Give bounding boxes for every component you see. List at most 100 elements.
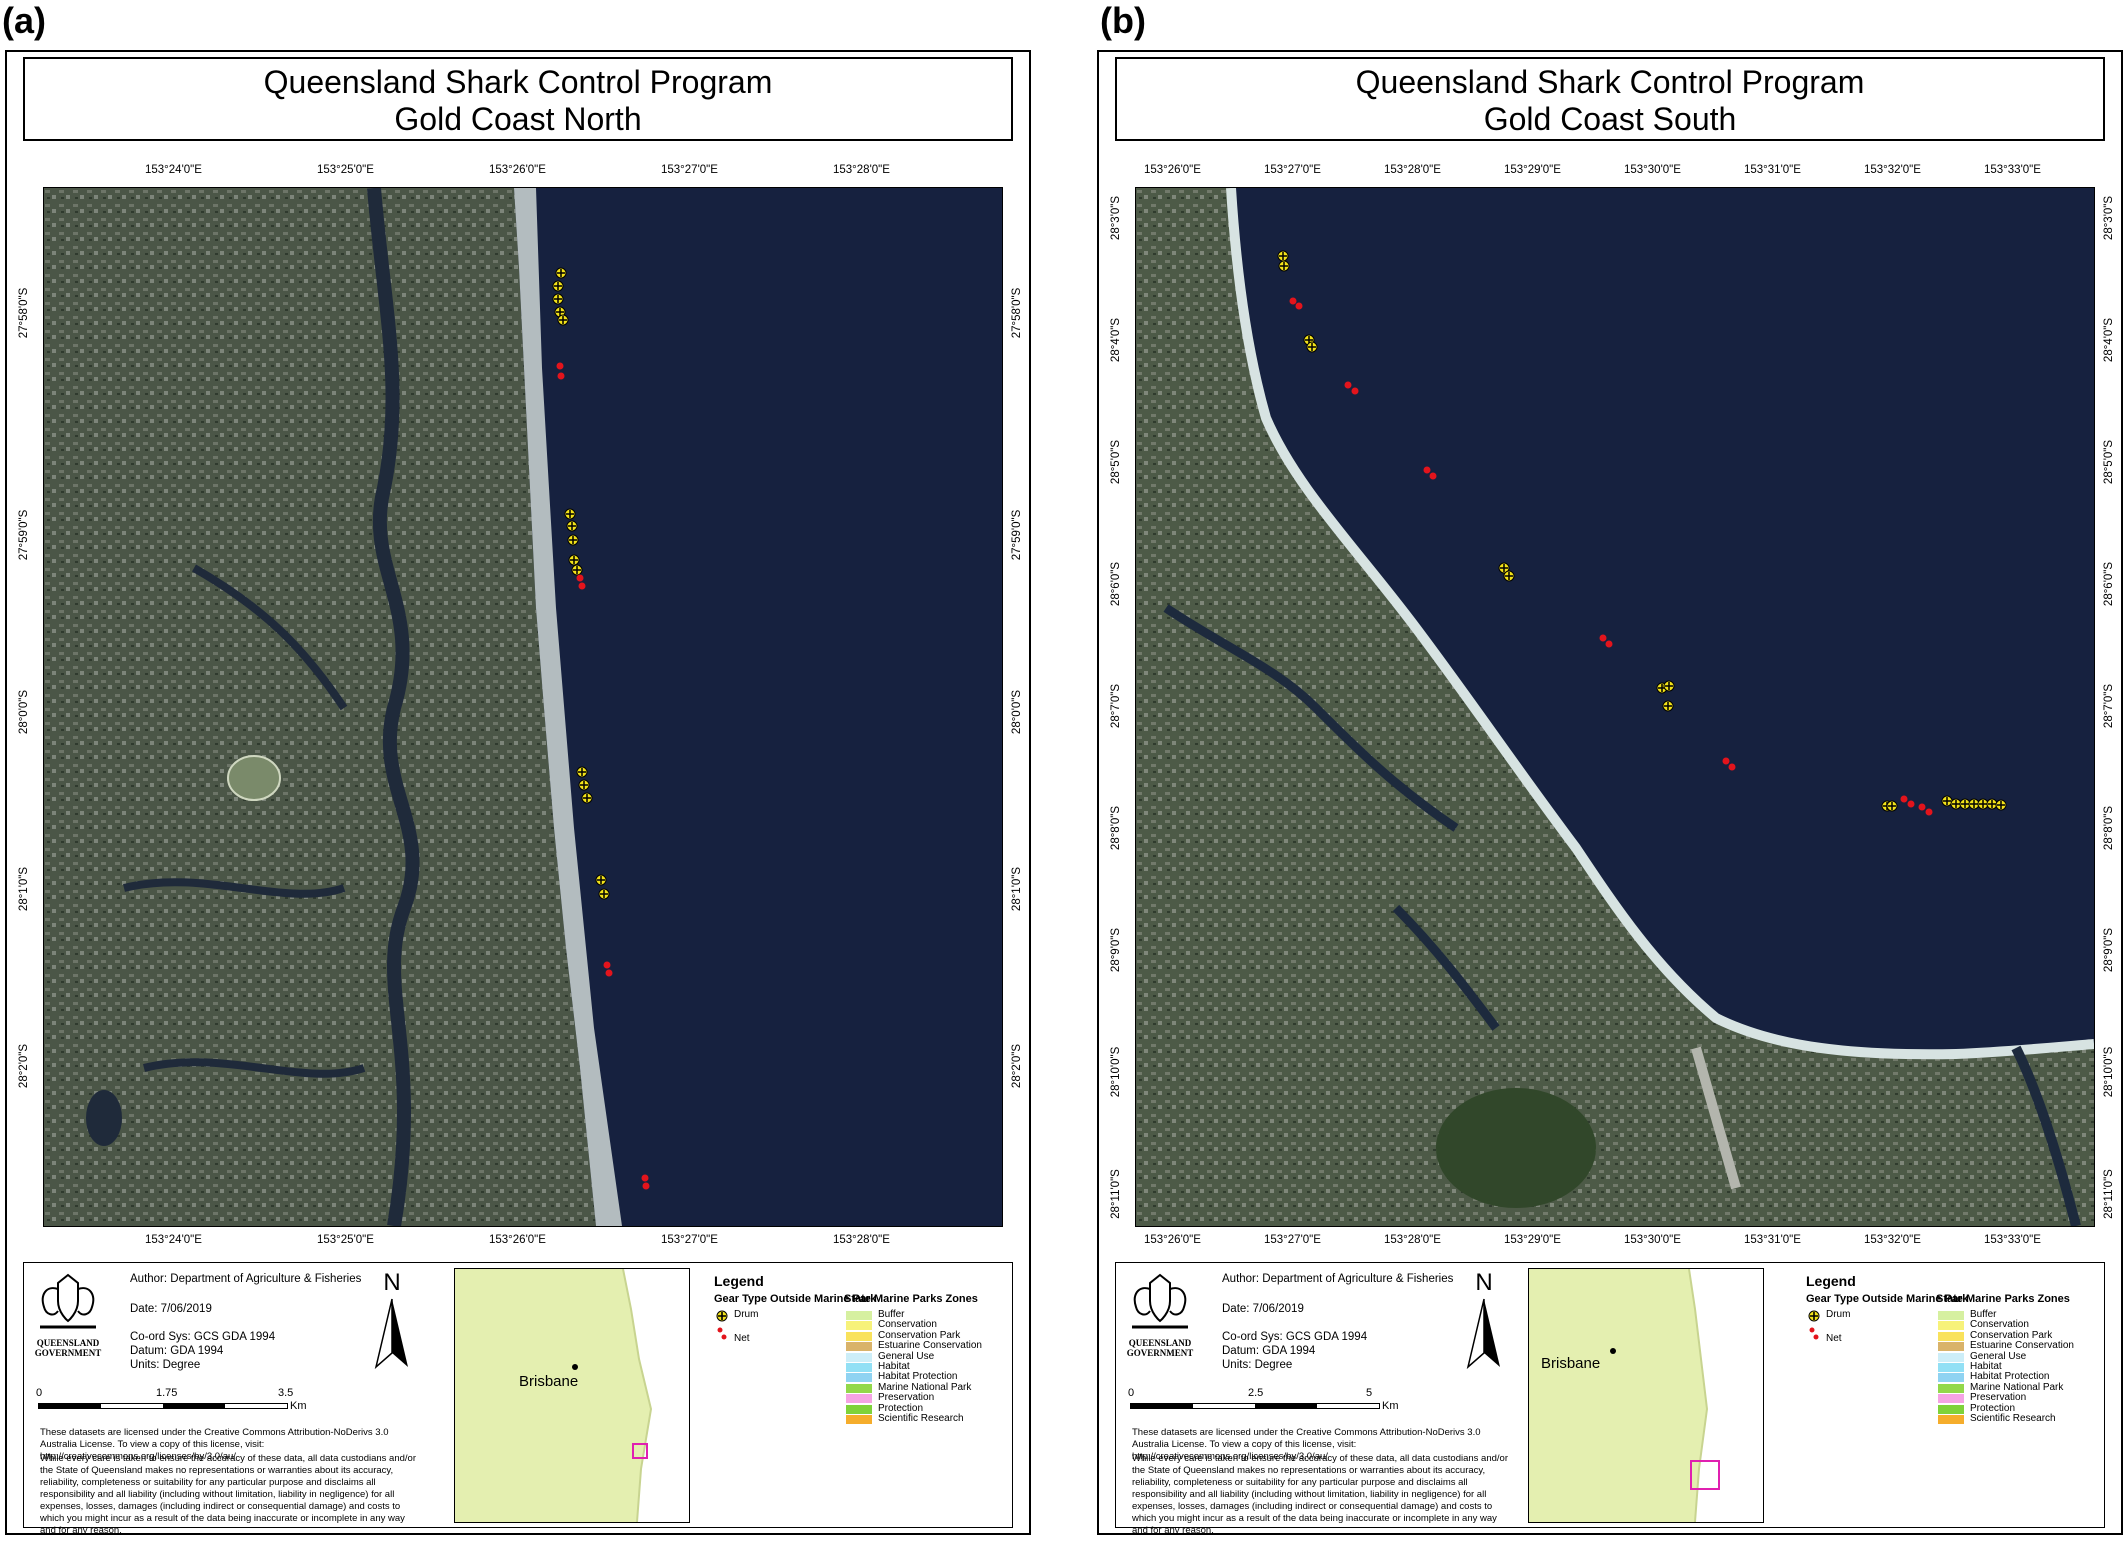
net-marker (1728, 763, 1736, 771)
x-tick-bottom: 153°29'0"E (1504, 1234, 1561, 1246)
zone-swatch (846, 1383, 872, 1393)
zone-swatch (846, 1342, 872, 1352)
zone-label: Habitat Protection (1970, 1371, 2050, 1383)
map-title-a: Queensland Shark Control Program Gold Co… (23, 57, 1013, 141)
zone-label: Estuarine Conservation (878, 1340, 982, 1352)
y-tick-left: 28°4'0"S (1110, 317, 1122, 363)
datum: Datum: GDA 1994 (1222, 1345, 1316, 1357)
drum-marker (1662, 700, 1674, 712)
x-tick-bottom: 153°28'0"E (1384, 1234, 1441, 1246)
inset-map-b[interactable]: Brisbane (1528, 1268, 1764, 1523)
drum-marker (566, 520, 578, 532)
drum-label: Drum (1826, 1309, 1851, 1320)
zone-swatch (846, 1394, 872, 1404)
inset-land (1529, 1269, 1707, 1522)
x-tick-top: 153°28'0"E (1384, 164, 1441, 176)
author: Author: Department of Agriculture & Fish… (1222, 1273, 1454, 1285)
north-arrow-icon: N (1464, 1269, 1504, 1370)
x-tick-bottom: 153°30'0"E (1624, 1234, 1681, 1246)
y-tick-right: 28°0'0"S (1011, 689, 1023, 735)
x-tick-bottom: 153°27'0"E (661, 1234, 718, 1246)
title-line-1: Queensland Shark Control Program (1355, 64, 1865, 100)
scale-unit: Km (1382, 1400, 1399, 1412)
zone-swatch (846, 1331, 872, 1341)
zone-label: Habitat Protection (878, 1371, 958, 1383)
scale-bar (1130, 1403, 1380, 1409)
net-icon (1808, 1327, 1820, 1346)
scale-label: 3.5 (278, 1387, 294, 1399)
y-tick-right: 28°7'0"S (2103, 683, 2115, 729)
y-tick-left: 28°5'0"S (1110, 439, 1122, 485)
net-marker (1344, 381, 1352, 389)
net-marker (603, 961, 611, 969)
satellite-map-a[interactable] (43, 187, 1003, 1227)
satellite-map-b[interactable] (1135, 187, 2095, 1227)
zone-label: Scientific Research (878, 1413, 964, 1424)
inset-city-label: Brisbane (1541, 1355, 1601, 1372)
panel-label-a: (a) (2, 0, 46, 41)
net-label: Net (734, 1333, 750, 1344)
title-line-1: Queensland Shark Control Program (263, 64, 773, 100)
logo-text: QUEENSLAND (1128, 1338, 1192, 1348)
zone-swatch (1938, 1342, 1964, 1352)
x-tick-top: 153°26'0"E (1144, 164, 1201, 176)
drum-marker (564, 508, 576, 520)
info-box-b: QUEENSLAND GOVERNMENT Author: Department… (1115, 1262, 2105, 1536)
y-tick-left: 28°9'0"S (1110, 927, 1122, 973)
drum-marker (557, 314, 569, 326)
y-tick-left: 27°58'0"S (18, 287, 30, 339)
datum: Datum: GDA 1994 (130, 1345, 224, 1357)
zone-label: Buffer (878, 1309, 905, 1320)
logo-text: GOVERNMENT (34, 1348, 102, 1358)
drum-marker (571, 564, 583, 576)
drum-marker (1986, 798, 1998, 810)
y-tick-left: 28°3'0"S (1110, 195, 1122, 241)
drum-marker (1663, 680, 1675, 692)
brisbane-dot (1610, 1348, 1616, 1354)
qld-govt-logo: QUEENSLAND GOVERNMENT (32, 1271, 104, 1358)
zone-swatch (1938, 1352, 1964, 1362)
scale-label: 2.5 (1248, 1387, 1264, 1399)
drum-marker (567, 534, 579, 546)
zones-heading: State Marine Parks Zones (844, 1293, 978, 1305)
net-marker (578, 582, 586, 590)
y-tick-left: 28°6'0"S (1110, 561, 1122, 607)
zone-label: Conservation Park (1970, 1329, 2053, 1341)
net-marker (1295, 302, 1303, 310)
x-tick-top: 153°28'0"E (833, 164, 890, 176)
x-tick-top: 153°29'0"E (1504, 164, 1561, 176)
zone-swatch (846, 1321, 872, 1331)
net-marker (1918, 803, 1926, 811)
zone-swatch (1938, 1311, 1964, 1320)
y-tick-right: 28°9'0"S (2103, 927, 2115, 973)
title-line-2: Gold Coast South (1483, 101, 1737, 137)
zone-label: Conservation Park (878, 1329, 961, 1341)
drum-marker (578, 779, 590, 791)
x-tick-bottom: 153°32'0"E (1864, 1234, 1921, 1246)
y-tick-right: 28°1'0"S (1011, 866, 1023, 912)
inset-map-a[interactable]: Brisbane (454, 1268, 690, 1523)
zone-swatch (846, 1415, 872, 1424)
net-marker (576, 574, 584, 582)
gear-markers-b (1277, 250, 2007, 816)
y-tick-right: 28°6'0"S (2103, 561, 2115, 607)
zone-label: Habitat (878, 1361, 910, 1372)
x-tick-top: 153°30'0"E (1624, 164, 1681, 176)
drum-marker (552, 293, 564, 305)
zone-swatch (1938, 1404, 1964, 1414)
y-tick-left: 28°11'0"S (1110, 1169, 1122, 1219)
drum-marker (568, 554, 580, 566)
scale-label: 0 (36, 1387, 43, 1399)
zone-swatch (1938, 1383, 1964, 1393)
y-tick-right: 28°3'0"S (2103, 195, 2115, 241)
y-tick-left: 28°1'0"S (18, 866, 30, 912)
panel-b-frame: Queensland Shark Control Program Gold Co… (1097, 50, 2123, 1536)
drum-marker (1886, 800, 1898, 812)
y-tick-left: 28°7'0"S (1110, 683, 1122, 729)
drum-marker (581, 792, 593, 804)
info-box-a: QUEENSLAND GOVERNMENT Author: Department… (23, 1262, 1013, 1536)
north-arrow-icon: N (372, 1269, 412, 1370)
net-marker (1429, 472, 1437, 480)
drum-icon (1808, 1309, 1820, 1327)
x-tick-top: 153°32'0"E (1864, 164, 1921, 176)
